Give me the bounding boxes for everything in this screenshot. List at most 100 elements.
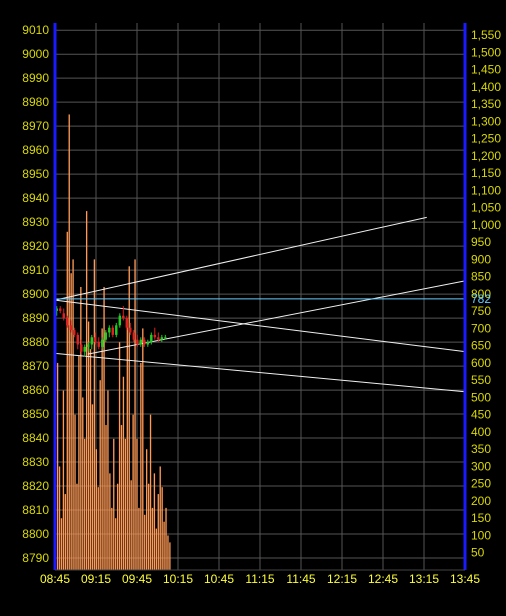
volume-bar — [76, 483, 78, 570]
volume-bar — [111, 507, 113, 570]
volume-bar — [72, 259, 74, 570]
time-axis-labels: 08:45 09:15 09:45 10:15 10:45 11:15 11:45 12:15… — [40, 572, 480, 586]
price-tick-label: 8810 — [22, 503, 49, 517]
volume-bar — [62, 390, 65, 570]
candle-body — [66, 318, 69, 326]
price-tick-label: 9000 — [22, 47, 49, 61]
volume-bar — [126, 321, 128, 570]
volume-tick-label: 950 — [471, 235, 491, 249]
candle-body — [73, 330, 76, 335]
time-tick-label: 10:15 — [163, 572, 193, 586]
candle-body — [80, 344, 83, 352]
volume-tick-label: 400 — [471, 425, 491, 439]
price-tick-label: 8880 — [22, 335, 49, 349]
chart-window: 9010 9000 8990 8980 8970 8960 8950 8940 8930 8920… — [0, 0, 506, 611]
candle-body — [76, 334, 79, 345]
price-tick-label: 9010 — [22, 23, 49, 37]
candle-body — [122, 315, 125, 319]
volume-tick-label: 750 — [471, 304, 491, 318]
price-axis-labels: 9010 9000 8990 8980 8970 8960 8950 8940 8930 8920… — [22, 23, 49, 565]
candle-body — [150, 334, 153, 343]
volume-bar — [151, 507, 154, 570]
candle-body — [104, 332, 108, 340]
volume-bar — [74, 414, 76, 570]
volume-bar — [130, 480, 132, 570]
price-tick-label: 8850 — [22, 407, 49, 421]
volume-tick-label: 1,450 — [471, 63, 501, 77]
volume-bar — [134, 259, 136, 570]
volume-tick-label: 850 — [471, 270, 491, 284]
volume-bar — [103, 287, 105, 570]
price-tick-label: 8860 — [22, 383, 49, 397]
volume-tick-label: 1,150 — [471, 166, 501, 180]
volume-bar — [78, 356, 80, 570]
volume-bar — [95, 449, 97, 570]
time-tick-label: 11:45 — [286, 572, 315, 586]
volume-bar — [82, 397, 84, 570]
candle-body — [59, 308, 62, 311]
price-volume-chart[interactable]: 9010 9000 8990 8980 8970 8960 8950 8940 8930 8920… — [0, 0, 506, 611]
volume-tick-label: 500 — [471, 390, 491, 404]
volume-bar — [169, 542, 171, 570]
price-tick-label: 8900 — [22, 287, 49, 301]
candle-body — [164, 337, 167, 339]
price-tick-label: 8920 — [22, 239, 49, 253]
volume-bar — [87, 321, 90, 570]
volume-bar — [84, 438, 86, 570]
volume-tick-label: 900 — [471, 252, 491, 266]
volume-bar — [109, 473, 111, 570]
volume-bar — [58, 466, 61, 570]
candle-body — [118, 315, 122, 326]
volume-tick-label: 350 — [471, 442, 491, 456]
time-tick-label: 13:45 — [450, 572, 480, 586]
price-tick-label: 8910 — [22, 263, 49, 277]
candle-body — [146, 342, 150, 345]
volume-bar — [153, 473, 156, 570]
volume-bar — [161, 487, 163, 570]
volume-bar — [120, 425, 123, 570]
time-tick-label: 08:45 — [40, 572, 70, 586]
volume-tick-label: 1,000 — [471, 218, 501, 232]
volume-bar — [97, 487, 99, 570]
candle-body — [157, 337, 160, 340]
candle-body — [129, 327, 132, 333]
time-tick-label: 13:15 — [409, 572, 439, 586]
volume-tick-label: 600 — [471, 356, 491, 370]
candle-body — [87, 344, 90, 347]
volume-bar — [56, 362, 59, 570]
candle-body — [136, 339, 139, 345]
volume-tick-label: 200 — [471, 494, 491, 508]
volume-bar — [167, 535, 169, 570]
volume-tick-label: 1,500 — [471, 45, 501, 59]
price-tick-label: 8930 — [22, 215, 49, 229]
candle-body — [108, 327, 111, 333]
volume-tick-label: 450 — [471, 408, 491, 422]
volume-bar — [91, 404, 94, 570]
time-tick-label: 09:15 — [81, 572, 111, 586]
volume-bar — [145, 449, 148, 570]
volume-tick-label: 1,300 — [471, 114, 501, 128]
volume-bar — [101, 328, 103, 570]
volume-bar — [149, 414, 152, 570]
volume-bar — [163, 521, 165, 570]
volume-tick-label: 1,550 — [471, 28, 501, 42]
candle-body — [97, 342, 101, 347]
candle-body — [62, 313, 65, 319]
volume-bar — [116, 483, 119, 570]
chart-background — [0, 0, 506, 611]
volume-bar — [122, 376, 125, 570]
candle-body — [160, 337, 164, 340]
volume-bar — [85, 211, 88, 570]
price-tick-label: 8970 — [22, 119, 49, 133]
volume-bar — [128, 266, 130, 570]
candle-body — [101, 339, 104, 347]
volume-bar — [107, 390, 109, 570]
candle-body — [115, 325, 118, 335]
price-tick-label: 8990 — [22, 71, 49, 85]
candle-body — [69, 325, 72, 331]
price-tick-label: 8940 — [22, 191, 49, 205]
volume-bar — [105, 425, 107, 570]
volume-bar — [99, 380, 101, 570]
volume-bar — [147, 483, 150, 570]
volume-tick-label: 1,050 — [471, 201, 501, 215]
